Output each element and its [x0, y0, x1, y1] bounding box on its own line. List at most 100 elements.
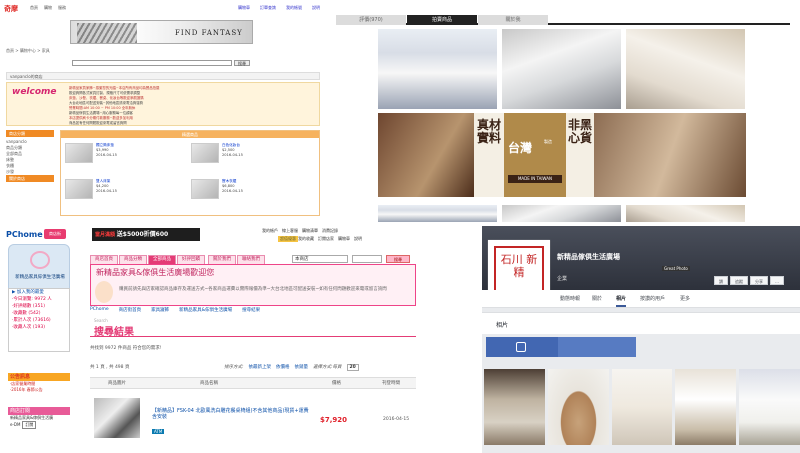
search-scope-select[interactable]: 本商店: [292, 255, 348, 263]
mattress-photo[interactable]: [378, 205, 497, 222]
photo-thumb[interactable]: [484, 369, 545, 445]
crumb-link[interactable]: 商店街首頁: [119, 307, 142, 313]
auction-tabs: 評價(970) 拍賣商品 關於我: [336, 15, 790, 25]
photo-thumb[interactable]: [547, 369, 609, 445]
member-link[interactable]: 線上客服: [282, 228, 298, 234]
notice-link[interactable]: ‧2016年 春節公告: [8, 387, 70, 393]
result-title-link[interactable]: 【新精品】FSK-04 北歐風洗白雕花餐桌椅組(不含其他商品)現貨+運費含安裝: [152, 408, 312, 420]
shop-name-bar[interactable]: vanpanclo的商店: [6, 72, 320, 80]
top-link[interactable]: 首頁: [30, 5, 38, 11]
tab-more[interactable]: 更多: [680, 295, 690, 302]
crumb-link[interactable]: 家具寢飾: [151, 307, 169, 313]
photo-grid: [482, 369, 800, 445]
photo-thumb[interactable]: [611, 369, 673, 445]
made-in-taiwan-banner[interactable]: 真材實料 台灣 製造 MADE IN TAIWAN 非黑心貨: [378, 113, 746, 197]
mattress-photo[interactable]: [378, 29, 497, 109]
member-link[interactable]: 我的帳戶: [262, 228, 278, 234]
product-date: 2016-04-15: [96, 153, 117, 157]
photo-thumb[interactable]: [739, 369, 800, 445]
cart-link[interactable]: 購物車: [238, 5, 250, 11]
sort-newest[interactable]: 依最新上架: [249, 364, 272, 371]
store-banner[interactable]: FIND FANTASY: [70, 20, 253, 44]
tab-photos[interactable]: 相片: [616, 295, 627, 307]
notice-box: 公告訊息 ‧店家營業時間 ‧2016年 春節公告: [8, 373, 70, 400]
subscribe-button[interactable]: 訂閱: [22, 421, 37, 429]
product-card[interactable]: 雙人床架 $4,200 2016-04-15: [65, 179, 185, 203]
share-button[interactable]: 分享: [750, 276, 768, 285]
search-button[interactable]: 搜尋: [386, 255, 410, 263]
stat-row[interactable]: ‧好評總數 (351): [9, 303, 69, 310]
member-link[interactable]: 消費記錄: [322, 228, 338, 234]
breadcrumb[interactable]: 首頁 > 購物中心 > 家具: [6, 48, 50, 54]
search-input[interactable]: [352, 255, 382, 263]
crumb-link[interactable]: 新精品家具&傢俱生活廣場: [179, 307, 232, 313]
store-title: 新精品家具&傢俱生活廣場歡迎您: [96, 268, 215, 277]
stat-row: ‧收藏人次 (193): [12, 325, 45, 330]
sidebar-header: 商店分類: [6, 130, 54, 137]
tab-about[interactable]: 關於: [592, 295, 602, 302]
mascot-icon: [95, 281, 113, 303]
sort-sales[interactable]: 依銷量: [295, 364, 309, 371]
page-title[interactable]: 新精品傢俱生活廣場: [557, 252, 620, 262]
tab-likes[interactable]: 按讚的用戶: [640, 295, 665, 302]
product-thumb[interactable]: [65, 143, 93, 163]
mattress-photo[interactable]: [502, 29, 621, 109]
mattress-photo[interactable]: [502, 205, 621, 222]
featured-header: 精選商品: [61, 131, 319, 138]
promo-amount: 送$5000折價600: [116, 231, 169, 238]
store-search: 搜尋: [72, 60, 257, 66]
banner-slogan-right: 非黑心貨: [566, 113, 594, 197]
product-thumb[interactable]: [191, 143, 219, 163]
product-thumb[interactable]: [65, 179, 93, 199]
tab-about[interactable]: 關於我: [478, 15, 548, 25]
featured-products: 精選商品 獨立筒床墊 $3,990 2016-04-15 白色化妝台 $2,500 20…: [60, 130, 320, 216]
top-link[interactable]: 服務: [58, 5, 66, 11]
search-input[interactable]: [72, 60, 232, 66]
welcome-text: 新精品家具家飾~感謝您的光臨~本店所有商品均為實品拍攝 歡迎詢問各式家具訂製、規…: [69, 86, 314, 126]
photos-heading: 相片: [496, 322, 509, 329]
member-link[interactable]: 說明: [354, 236, 362, 242]
promo-text: 當月滿額: [95, 232, 116, 238]
search-button[interactable]: 搜尋: [234, 60, 250, 66]
orders-link[interactable]: 訂單查詢: [260, 5, 276, 11]
member-link[interactable]: 購物清單: [302, 228, 318, 234]
pchome-logo[interactable]: PChome: [6, 230, 43, 239]
tab-auction-items[interactable]: 拍賣商品: [407, 15, 477, 25]
like-button[interactable]: 讚: [714, 276, 728, 285]
product-thumb[interactable]: [191, 179, 219, 199]
result-thumb[interactable]: [94, 398, 140, 438]
result-price: $7,920: [320, 416, 348, 424]
mattress-photo[interactable]: [626, 29, 745, 109]
crumb-current: 搜尋結果: [242, 308, 261, 313]
mattress-photo[interactable]: [626, 205, 745, 222]
tab-ratings[interactable]: 評價(970): [336, 15, 406, 25]
welcome-banner: welcome 新精品家具家飾~感謝您的光臨~本店所有商品均為實品拍攝 歡迎詢問…: [6, 82, 320, 126]
promo-banner[interactable]: 當月滿額 送$5000折價600: [92, 228, 200, 241]
per-page-select[interactable]: 20: [346, 364, 359, 371]
stat-row[interactable]: ‧收藏數 (542): [9, 310, 69, 317]
tab-timeline[interactable]: 動態時報: [560, 295, 580, 302]
follow-button[interactable]: 追蹤: [730, 276, 748, 285]
member-link[interactable]: 我的收藏: [298, 236, 314, 242]
help-link[interactable]: 說明: [312, 5, 320, 11]
product-card[interactable]: 獨立筒床墊 $3,990 2016-04-15: [65, 143, 185, 167]
made-label: 製造: [544, 139, 552, 144]
account-link[interactable]: 我的帳號: [286, 5, 302, 11]
album-tile[interactable]: [558, 337, 636, 357]
col-date: 刊登時間: [382, 381, 400, 386]
member-link[interactable]: 訂閱店家: [318, 236, 334, 242]
sort-price[interactable]: 依價格: [276, 364, 290, 371]
photo-thumb[interactable]: [675, 369, 737, 445]
member-link[interactable]: 購物車: [338, 236, 350, 242]
yahoo-logo[interactable]: 奇摩: [4, 4, 22, 13]
top-link[interactable]: 購物: [44, 5, 52, 11]
product-card[interactable]: 實木衣櫃 $6,800 2016-04-15: [191, 179, 311, 203]
member-links-2: 我的收藏 訂閱店家 購物車 說明: [298, 236, 362, 242]
gift-badge[interactable]: 超值優惠: [278, 236, 298, 242]
more-button[interactable]: …: [770, 276, 784, 285]
col-name: 商品名稱: [200, 381, 218, 386]
product-card[interactable]: 白色化妝台 $2,500 2016-04-15: [191, 143, 311, 167]
add-favorite-link[interactable]: ▶ 加入我的最愛: [9, 289, 69, 296]
crumb-link[interactable]: PChome: [90, 307, 109, 313]
shop-street-badge[interactable]: 商店街: [44, 229, 66, 239]
